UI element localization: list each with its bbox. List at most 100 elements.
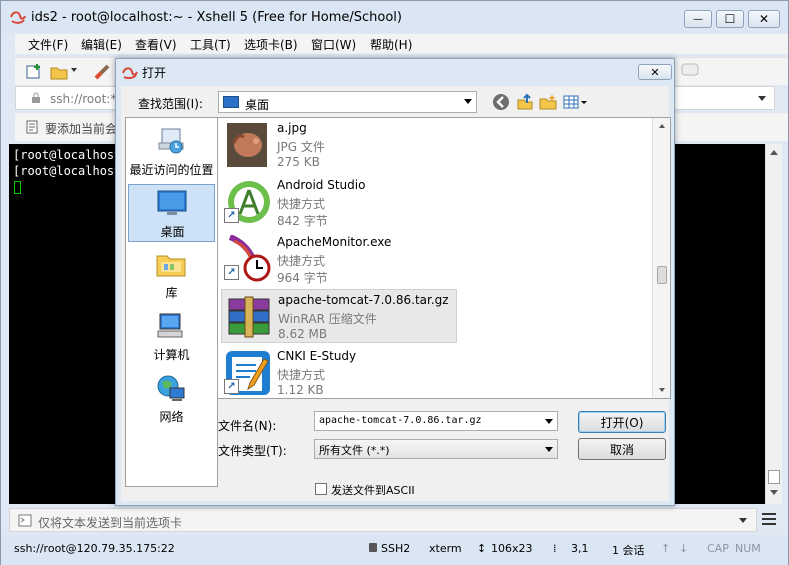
terminal-scrollbar[interactable] [765,144,782,504]
xshell-logo-icon [10,11,26,24]
status-num: NUM [735,542,761,555]
place-label: 桌面 [160,225,185,239]
shortcut-arrow-icon: ↗ [224,265,239,280]
file-item-apachemonitor[interactable]: ↗ ApacheMonitor.exe 快捷方式 964 字节 [221,232,457,286]
view-menu-icon[interactable] [563,93,589,111]
file-item-android-studio[interactable]: ↗ Android Studio 快捷方式 842 字节 [221,175,457,229]
minimize-icon: — [693,13,703,25]
file-name: Android Studio [277,178,366,192]
scroll-thumb[interactable] [657,266,667,284]
menu-bar: 文件(F) 编辑(E) 查看(V) 工具(T) 选项卡(B) 窗口(W) 帮助(… [15,34,788,54]
dialog-close-button[interactable]: ✕ [638,64,672,80]
menu-lines-icon[interactable] [762,513,776,525]
file-type-select[interactable]: 所有文件 (*.*) [314,439,558,459]
status-sessions: 1 会话 [612,544,645,557]
chevron-down-icon[interactable] [545,419,553,424]
scroll-up-icon[interactable] [659,124,665,128]
look-in-select[interactable]: 桌面 [218,91,477,113]
ascii-checkbox[interactable] [315,483,327,495]
status-caps: CAP [707,542,729,555]
file-name-input[interactable]: apache-tomcat-7.0.86.tar.gz [314,411,558,431]
session-up-icon[interactable]: ↑ [661,542,670,555]
file-item-apache-tomcat[interactable]: apache-tomcat-7.0.86.tar.gz WinRAR 压缩文件 … [221,289,457,343]
scroll-down-icon[interactable] [770,490,778,495]
address-dropdown-icon[interactable] [758,96,766,101]
place-computer[interactable]: 计算机 [128,308,215,366]
title-bar[interactable]: ids2 - root@localhost:~ - Xshell 5 (Free… [1,1,788,33]
desktop-icon [223,96,239,108]
menu-tabs[interactable]: 选项卡(B) [244,36,298,53]
file-list-scrollbar[interactable] [652,118,670,398]
look-in-value: 桌面 [245,98,270,112]
file-type: 快捷方式 [277,197,326,211]
file-size: 8.62 MB [278,327,328,341]
maximize-icon: ☐ [724,12,736,26]
place-library[interactable]: 库 [128,246,215,304]
desktop-icon [157,190,187,215]
menu-tools[interactable]: 工具(T) [190,36,231,53]
recent-places-icon [158,128,184,154]
position-icon: ⁞ [553,542,557,555]
menu-help[interactable]: 帮助(H) [370,36,412,53]
bookmark-icon [26,120,38,134]
close-button[interactable]: ✕ [748,10,780,28]
chat-icon[interactable] [681,63,699,79]
maximize-button[interactable]: ☐ [716,10,744,28]
scroll-thumb[interactable] [768,470,780,484]
menu-window[interactable]: 窗口(W) [311,36,356,53]
scroll-down-icon[interactable] [659,388,665,392]
back-icon[interactable] [492,93,510,111]
menu-file[interactable]: 文件(F) [28,36,68,53]
close-icon: ✕ [650,65,660,79]
minimize-button[interactable]: — [684,10,712,28]
menu-edit[interactable]: 编辑(E) [81,36,122,53]
open-dropdown-icon[interactable] [71,68,77,72]
file-name: ApacheMonitor.exe [277,235,392,249]
chevron-down-icon [464,99,472,104]
status-bar: ssh://root@120.79.35.175:22 SSH2 xterm ↕… [1,535,788,565]
terminal-line: [root@localhost [13,148,122,162]
open-folder-icon[interactable] [50,63,68,81]
file-item-cnki-estudy[interactable]: ↗ CNKI E-Study 快捷方式 1.12 KB [221,346,457,398]
file-size: 842 字节 [277,214,328,228]
place-desktop[interactable]: 桌面 [128,184,215,242]
status-protocol: SSH2 [381,542,411,555]
new-session-icon[interactable] [25,63,43,81]
status-terminal-type: xterm [429,542,462,555]
address-text: ssh://root:* [50,92,117,106]
open-file-dialog: 打开 ✕ 查找范围(I): 桌面 最近访问的位置 桌面 库 计算机 网络 a.j… [115,58,675,506]
open-button[interactable]: 打开(O) [578,411,666,433]
send-text-bar[interactable]: 仅将文本发送到当前选项卡 [9,508,757,532]
send-dropdown-icon[interactable] [739,518,747,523]
scroll-up-icon[interactable] [770,150,778,155]
xshell-logo-icon [122,67,138,79]
file-size: 964 字节 [277,271,328,285]
file-size: 275 KB [277,155,320,169]
computer-icon [157,313,183,338]
library-icon [156,255,186,277]
ascii-checkbox-label: 发送文件到ASCII [331,484,415,497]
place-label: 计算机 [153,348,190,362]
place-network[interactable]: 网络 [128,370,215,428]
link-icon[interactable] [93,63,111,81]
file-item-a-jpg[interactable]: a.jpg JPG 文件 275 KB [221,118,457,172]
up-folder-icon[interactable] [516,93,534,111]
cancel-button[interactable]: 取消 [578,438,666,460]
look-in-label: 查找范围(I): [138,97,203,111]
file-type: WinRAR 压缩文件 [278,312,377,326]
send-text-placeholder: 仅将文本发送到当前选项卡 [38,516,183,530]
place-label: 库 [165,286,178,300]
file-name: apache-tomcat-7.0.86.tar.gz [278,293,449,307]
status-connection: ssh://root@120.79.35.175:22 [14,542,175,555]
place-recent[interactable]: 最近访问的位置 [128,123,215,181]
hint-text: 要添加当前会 [45,122,118,136]
file-type: 快捷方式 [277,368,326,382]
menu-view[interactable]: 查看(V) [135,36,177,53]
new-folder-icon[interactable] [539,93,557,111]
session-down-icon[interactable]: ↓ [679,542,688,555]
network-icon [157,375,185,401]
terminal-cursor [14,181,21,194]
file-type-value: 所有文件 (*.*) [319,444,390,457]
places-bar: 最近访问的位置 桌面 库 计算机 网络 [125,117,218,487]
file-list: a.jpg JPG 文件 275 KB ↗ Android Studio 快捷方… [217,117,671,399]
